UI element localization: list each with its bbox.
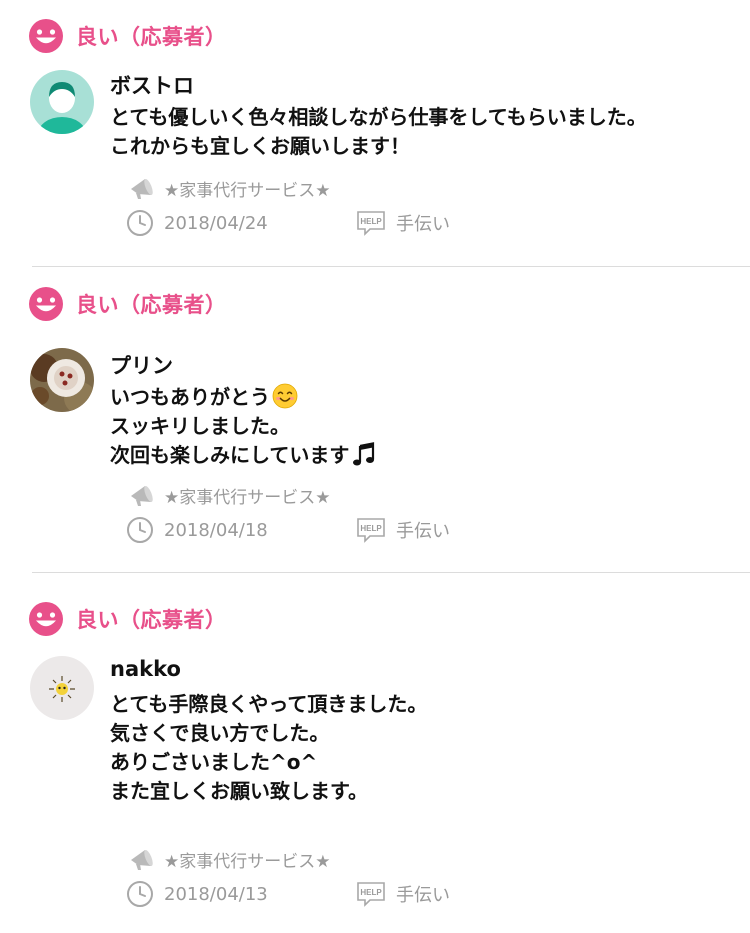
username[interactable]: ボストロ: [110, 70, 194, 100]
person-avatar-icon: [30, 70, 94, 134]
review-comment: とても優しいく色々相談しながら仕事をしてもらいました。 これからも宜しくお願いし…: [110, 103, 740, 161]
help-icon: HELP: [357, 211, 385, 236]
meta-row: 2018/04/24 HELP 手伝い: [126, 208, 626, 238]
rating-row: 良い（応募者）: [28, 601, 227, 637]
help-icon: HELP: [357, 882, 385, 907]
comment-line: スッキリしました。: [110, 414, 290, 438]
meta-row: 2018/04/18 HELP 手伝い: [126, 515, 626, 545]
comment-line: いつもありがとう: [110, 383, 740, 412]
comment-line: とても優しいく色々相談しながら仕事をしてもらいました。: [110, 105, 647, 129]
avatar[interactable]: [30, 656, 94, 720]
service-name: ★家事代行サービス★: [164, 487, 331, 508]
review-date: 2018/04/24: [164, 212, 268, 234]
divider: [32, 572, 750, 573]
megaphone-icon: [131, 179, 153, 199]
review-card: 良い（応募者） ボストロ とても優しいく色々相談しながら仕事をしてもらいました。…: [0, 0, 750, 267]
smiling-face-emoji-icon: [272, 383, 298, 409]
clock-icon: [127, 210, 153, 236]
review-comment: いつもありがとう スッキリしました。 次回も楽しみにしています: [110, 383, 740, 470]
service-name: ★家事代行サービス★: [164, 851, 331, 872]
meta-row: 2018/04/13 HELP 手伝い: [126, 879, 626, 909]
avatar[interactable]: [30, 70, 94, 134]
svg-text:HELP: HELP: [360, 524, 382, 533]
smiley-face-icon: [29, 287, 63, 321]
rating-label: 良い（応募者）: [76, 25, 227, 49]
comment-text: いつもありがとう: [110, 385, 270, 409]
review-card: 良い（応募者） プリン いつもありがとう スッキリしました。 次回も楽しみにして…: [0, 268, 750, 573]
job-category: 手伝い: [396, 885, 450, 906]
review-comment: とても手際良くやって頂きました。 気さくで良い方でした。 ありごさいました^o^…: [110, 690, 740, 806]
comment-line: とても手際良くやって頂きました。: [110, 692, 428, 716]
review-date: 2018/04/18: [164, 519, 268, 541]
comment-line: 気さくで良い方でした。: [110, 721, 330, 745]
review-card: 良い（応募者） nakko とても手際良くやって頂きました。 気さくで良い方でし…: [0, 574, 750, 933]
clock-icon: [127, 881, 153, 907]
help-icon: HELP: [357, 518, 385, 543]
rating-label: 良い（応募者）: [76, 293, 227, 317]
comment-line: 次回も楽しみにしています: [110, 441, 740, 470]
service-row[interactable]: ★家事代行サービス★: [128, 846, 330, 872]
comment-line: ありごさいました^o^: [110, 750, 318, 774]
megaphone-icon: [131, 486, 153, 506]
comment-line: これからも宜しくお願いします！: [110, 134, 410, 158]
svg-text:HELP: HELP: [360, 217, 382, 226]
musical-note-emoji-icon: [353, 442, 375, 466]
service-row[interactable]: ★家事代行サービス★: [128, 175, 330, 201]
rating-row: 良い（応募者）: [28, 18, 227, 54]
avatar[interactable]: [30, 348, 94, 412]
job-category: 手伝い: [396, 214, 450, 235]
comment-line: また宜しくお願い致します。: [110, 779, 368, 803]
username[interactable]: プリン: [110, 350, 173, 380]
review-date: 2018/04/13: [164, 883, 268, 905]
character-avatar-icon: [30, 656, 94, 720]
megaphone-icon: [131, 850, 153, 870]
job-category: 手伝い: [396, 521, 450, 542]
svg-text:HELP: HELP: [360, 888, 382, 897]
comment-text: 次回も楽しみにしています: [110, 443, 350, 467]
rating-label: 良い（応募者）: [76, 608, 227, 632]
smiley-face-icon: [29, 602, 63, 636]
smiley-face-icon: [29, 19, 63, 53]
username[interactable]: nakko: [110, 657, 181, 681]
service-row[interactable]: ★家事代行サービス★: [128, 482, 330, 508]
divider: [32, 266, 750, 267]
food-photo-avatar-icon: [30, 348, 94, 412]
clock-icon: [127, 517, 153, 543]
service-name: ★家事代行サービス★: [164, 180, 331, 201]
rating-row: 良い（応募者）: [28, 286, 227, 322]
